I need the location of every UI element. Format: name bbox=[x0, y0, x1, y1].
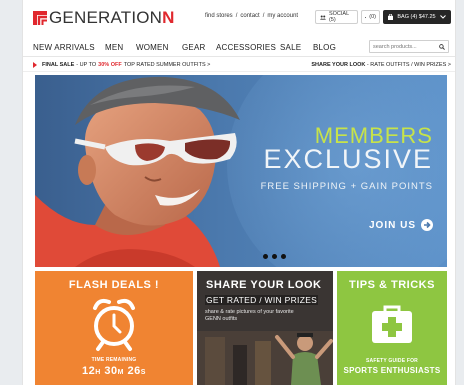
nav-sale[interactable]: SALE bbox=[280, 43, 301, 52]
find-stores-link[interactable]: find stores bbox=[205, 13, 233, 19]
minutes-unit: M bbox=[117, 369, 124, 376]
tips-subtitle-1: SAFETY GUIDE FOR bbox=[365, 358, 418, 364]
flash-deals-title: FLASH DEALS ! bbox=[68, 279, 160, 291]
promo-right-bold: SHARE YOUR LOOK bbox=[311, 62, 366, 68]
wishlist-button[interactable]: (0) bbox=[361, 10, 380, 24]
final-sale-promo[interactable]: FINAL SALE - UP TO 30% OFF TOP RATED SUM… bbox=[33, 62, 210, 68]
hero-line-benefits: FREE SHIPPING + GAIN POINTS bbox=[260, 181, 433, 192]
nav-new-arrivals[interactable]: NEW ARRIVALS bbox=[33, 43, 95, 52]
triangle-right-icon bbox=[33, 62, 37, 68]
seconds-unit: S bbox=[140, 369, 146, 376]
hero-line-exclusive: EXCLUSIVE bbox=[263, 144, 433, 174]
hours-unit: H bbox=[95, 369, 101, 376]
bag-icon bbox=[388, 14, 393, 20]
arrow-right-icon bbox=[421, 219, 433, 231]
logo-mark-icon bbox=[33, 11, 47, 25]
promo-right-tail: - RATE OUTFITS / WIN PRIZES > bbox=[365, 62, 451, 68]
nav-women[interactable]: WOMEN bbox=[136, 43, 169, 52]
social-button[interactable]: SOCIAL (5) bbox=[315, 10, 358, 24]
tips-subtitle-2: SPORTS ENTHUSIASTS bbox=[343, 366, 441, 375]
carousel-dot[interactable] bbox=[281, 254, 286, 259]
heart-icon bbox=[365, 16, 367, 18]
logo-accent: N bbox=[162, 8, 175, 27]
nav-gear[interactable]: GEAR bbox=[182, 43, 205, 52]
promo-tail: TOP RATED SUMMER OUTFITS > bbox=[123, 62, 211, 68]
contact-link[interactable]: contact bbox=[240, 13, 259, 19]
first-aid-kit-icon bbox=[372, 305, 412, 343]
join-us-button[interactable]: JOIN US bbox=[369, 219, 433, 231]
my-account-link[interactable]: my account bbox=[267, 13, 298, 19]
people-icon bbox=[320, 14, 326, 20]
nav-blog[interactable]: BLOG bbox=[313, 43, 336, 52]
share-look-subtitle: GET RATED / WIN PRIZES bbox=[205, 295, 319, 305]
link-separator: / bbox=[235, 13, 238, 19]
nav-men[interactable]: MEN bbox=[105, 43, 123, 52]
alarm-clock-icon bbox=[93, 298, 135, 351]
promo-strip: FINAL SALE - UP TO 30% OFF TOP RATED SUM… bbox=[23, 58, 455, 72]
promo-bold: FINAL SALE bbox=[42, 62, 75, 68]
main-nav: NEW ARRIVALS MEN WOMEN GEAR ACCESSORIES … bbox=[23, 37, 455, 57]
promo-mid: - UP TO bbox=[76, 62, 97, 68]
page: GENERATION N find stores / contact / my a… bbox=[22, 0, 456, 385]
bag-button[interactable]: BAG (4) $47.25 bbox=[383, 10, 451, 24]
carousel-dot[interactable] bbox=[272, 254, 277, 259]
tips-tricks-tile[interactable]: TIPS & TRICKS SAFETY GUIDE FOR SPORTS EN… bbox=[337, 271, 447, 385]
wishlist-count: (0) bbox=[369, 14, 376, 20]
countdown-hours: 12 bbox=[82, 365, 96, 377]
countdown-seconds: 26 bbox=[127, 365, 141, 377]
site-header: GENERATION N find stores / contact / my a… bbox=[23, 0, 455, 37]
nav-accessories[interactable]: ACCESSORIES bbox=[216, 43, 276, 52]
countdown-minutes: 30 bbox=[104, 365, 118, 377]
countdown-timer: 12H 30M 26S bbox=[35, 365, 193, 377]
site-logo[interactable]: GENERATION N bbox=[33, 9, 174, 27]
bag-label: BAG (4) $47.25 bbox=[397, 14, 436, 20]
share-look-promo[interactable]: SHARE YOUR LOOK - RATE OUTFITS / WIN PRI… bbox=[311, 62, 451, 68]
top-links: find stores / contact / my account bbox=[205, 13, 298, 19]
hero-athlete-image bbox=[35, 76, 240, 267]
link-separator: / bbox=[262, 13, 265, 19]
chevron-down-icon bbox=[440, 15, 446, 19]
promo-highlight: 30% OFF bbox=[98, 62, 122, 68]
carousel-dots bbox=[263, 254, 286, 259]
share-look-title: SHARE YOUR LOOK bbox=[206, 279, 322, 291]
share-look-description: share & rate pictures of your favorite G… bbox=[205, 309, 294, 322]
tips-tricks-title: TIPS & TRICKS bbox=[349, 279, 435, 291]
share-your-look-tile[interactable]: SHARE YOUR LOOK GET RATED / WIN PRIZES s… bbox=[197, 271, 333, 385]
social-label: SOCIAL (5) bbox=[328, 11, 349, 23]
logo-text: GENERATION bbox=[49, 8, 163, 27]
flash-deals-tile[interactable]: FLASH DEALS ! TIME REMAINING 12H 30M 26S bbox=[35, 271, 193, 385]
time-remaining-label: TIME REMAINING bbox=[91, 357, 137, 363]
join-us-label: JOIN US bbox=[368, 219, 416, 231]
carousel-dot[interactable] bbox=[263, 254, 268, 259]
hero-banner[interactable]: MEMBERS EXCLUSIVE FREE SHIPPING + GAIN P… bbox=[35, 75, 447, 267]
search-box[interactable] bbox=[369, 40, 449, 53]
search-icon[interactable] bbox=[439, 43, 445, 50]
search-input[interactable] bbox=[373, 43, 433, 50]
